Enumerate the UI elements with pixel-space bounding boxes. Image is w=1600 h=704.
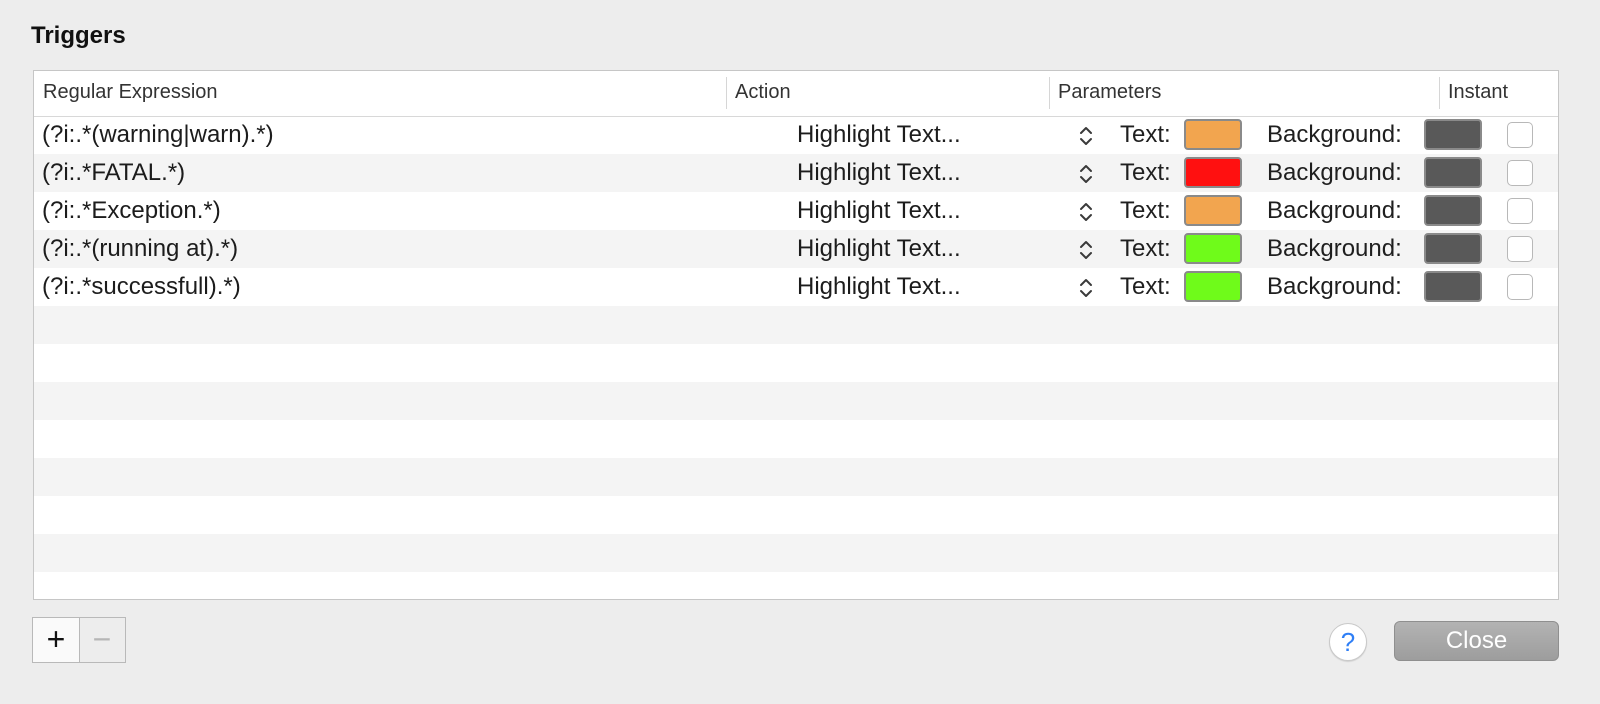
background-color-well[interactable] xyxy=(1424,233,1482,264)
table-body: (?i:.*(warning|warn).*) Highlight Text..… xyxy=(34,116,1558,599)
instant-checkbox[interactable] xyxy=(1507,122,1533,148)
up-down-chevron-icon xyxy=(1080,203,1092,221)
remove-trigger-button[interactable]: − xyxy=(79,618,125,662)
column-header-regex[interactable]: Regular Expression xyxy=(34,71,726,116)
action-popup[interactable]: Highlight Text... xyxy=(764,268,1097,306)
action-label: Highlight Text... xyxy=(797,197,961,224)
regex-cell[interactable]: (?i:.*(running at).*) xyxy=(42,230,238,268)
up-down-chevron-icon xyxy=(1080,279,1092,297)
add-trigger-button[interactable]: + xyxy=(33,618,80,662)
empty-row xyxy=(34,306,1558,344)
text-color-well[interactable] xyxy=(1184,195,1242,226)
triggers-title: Triggers xyxy=(31,22,126,49)
instant-checkbox[interactable] xyxy=(1507,236,1533,262)
help-button[interactable]: ? xyxy=(1329,623,1367,661)
background-color-well[interactable] xyxy=(1424,195,1482,226)
minus-icon: − xyxy=(92,621,112,657)
background-color-label: Background: xyxy=(1267,235,1402,262)
table-row[interactable]: (?i:.*FATAL.*) Highlight Text... Text: B… xyxy=(34,154,1558,192)
empty-row xyxy=(34,458,1558,496)
up-down-chevron-icon xyxy=(1080,241,1092,259)
instant-checkbox[interactable] xyxy=(1507,160,1533,186)
action-label: Highlight Text... xyxy=(797,235,961,262)
action-popup[interactable]: Highlight Text... xyxy=(764,192,1097,230)
empty-row xyxy=(34,496,1558,534)
regex-cell[interactable]: (?i:.*(warning|warn).*) xyxy=(42,116,274,154)
up-down-chevron-icon xyxy=(1080,165,1092,183)
action-popup[interactable]: Highlight Text... xyxy=(764,230,1097,268)
text-color-label: Text: xyxy=(1120,273,1171,300)
background-color-well[interactable] xyxy=(1424,157,1482,188)
action-label: Highlight Text... xyxy=(797,159,961,186)
text-color-label: Text: xyxy=(1120,121,1171,148)
background-color-label: Background: xyxy=(1267,121,1402,148)
empty-row xyxy=(34,382,1558,420)
empty-row xyxy=(34,344,1558,382)
text-color-well[interactable] xyxy=(1184,233,1242,264)
empty-row xyxy=(34,572,1558,599)
background-color-label: Background: xyxy=(1267,197,1402,224)
table-header: Regular Expression Action Parameters Ins… xyxy=(34,71,1558,117)
column-header-instant[interactable]: Instant xyxy=(1439,71,1558,116)
close-button[interactable]: Close xyxy=(1394,621,1559,661)
action-popup[interactable]: Highlight Text... xyxy=(764,154,1097,192)
question-mark-icon: ? xyxy=(1340,627,1356,657)
action-label: Highlight Text... xyxy=(797,121,961,148)
regex-cell[interactable]: (?i:.*Exception.*) xyxy=(42,192,221,230)
table-row[interactable]: (?i:.*(warning|warn).*) Highlight Text..… xyxy=(34,116,1558,154)
text-color-label: Text: xyxy=(1120,159,1171,186)
background-color-label: Background: xyxy=(1267,159,1402,186)
background-color-well[interactable] xyxy=(1424,119,1482,150)
plus-icon: + xyxy=(46,621,66,657)
text-color-well[interactable] xyxy=(1184,157,1242,188)
text-color-label: Text: xyxy=(1120,235,1171,262)
regex-cell[interactable]: (?i:.*successfull).*) xyxy=(42,268,241,306)
text-color-well[interactable] xyxy=(1184,119,1242,150)
empty-row xyxy=(34,534,1558,572)
background-color-well[interactable] xyxy=(1424,271,1482,302)
column-header-parameters[interactable]: Parameters xyxy=(1049,71,1439,116)
table-row[interactable]: (?i:.*(running at).*) Highlight Text... … xyxy=(34,230,1558,268)
action-label: Highlight Text... xyxy=(797,273,961,300)
table-row[interactable]: (?i:.*Exception.*) Highlight Text... Tex… xyxy=(34,192,1558,230)
table-row[interactable]: (?i:.*successfull).*) Highlight Text... … xyxy=(34,268,1558,306)
add-remove-segmented-control: + − xyxy=(32,617,126,663)
up-down-chevron-icon xyxy=(1080,127,1092,145)
instant-checkbox[interactable] xyxy=(1507,274,1533,300)
background-color-label: Background: xyxy=(1267,273,1402,300)
instant-checkbox[interactable] xyxy=(1507,198,1533,224)
action-popup[interactable]: Highlight Text... xyxy=(764,116,1097,154)
empty-row xyxy=(34,420,1558,458)
regex-cell[interactable]: (?i:.*FATAL.*) xyxy=(42,154,185,192)
triggers-table: Regular Expression Action Parameters Ins… xyxy=(33,70,1559,600)
text-color-label: Text: xyxy=(1120,197,1171,224)
text-color-well[interactable] xyxy=(1184,271,1242,302)
column-header-action[interactable]: Action xyxy=(726,71,1049,116)
